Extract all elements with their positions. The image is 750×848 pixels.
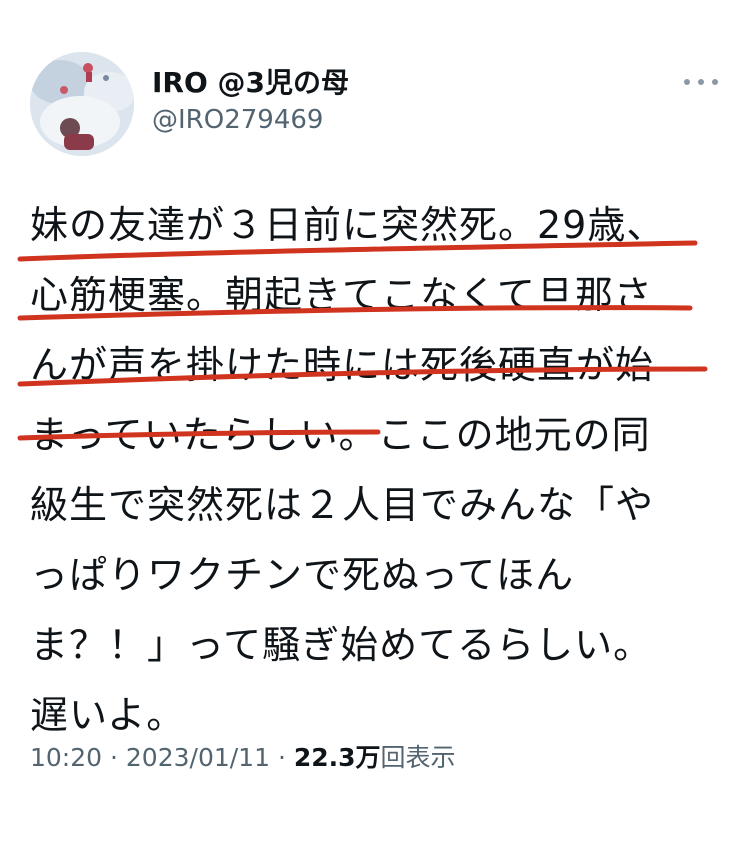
meta-separator: · <box>110 743 118 772</box>
profile-photo <box>30 52 134 156</box>
tweet-meta: 10:20 · 2023/01/11 · 22.3万回表示 <box>30 740 456 776</box>
author-handle[interactable]: @IRO279469 <box>152 104 323 136</box>
more-dot <box>712 79 718 85</box>
more-options-icon[interactable] <box>684 70 718 94</box>
views-label: 回表示 <box>380 743 456 772</box>
tweet-time[interactable]: 10:20 <box>30 743 102 772</box>
meta-separator: · <box>277 743 286 772</box>
more-dot <box>684 79 690 85</box>
tweet-line: 級生で突然死は２人目でみんな「や <box>30 483 655 527</box>
tweet-date[interactable]: 2023/01/11 <box>126 743 270 772</box>
views-count[interactable]: 22.3万 <box>294 743 381 772</box>
more-dot <box>698 79 704 85</box>
tweet-line: 妹の友達が３日前に突然死。29歳、 <box>30 203 666 247</box>
avatar[interactable] <box>30 52 134 156</box>
tweet-line: 心筋梗塞。朝起きてこなくて旦那さ <box>30 273 653 317</box>
tweet-line: まっていたらしい。ここの地元の同 <box>30 413 651 457</box>
tweet-line: っぱりワクチンで死ぬってほん <box>30 553 575 597</box>
tweet-line: ま？！」って騒ぎ始めてるらしい。 <box>30 623 653 667</box>
tweet-line: んが声を掛けた時には死後硬直が始 <box>30 343 655 387</box>
author-display-name[interactable]: IRO @3児の母 <box>152 66 349 100</box>
tweet-text: 妹の友達が３日前に突然死。29歳、 心筋梗塞。朝起きてこなくて旦那さ んが声を掛… <box>30 190 720 750</box>
